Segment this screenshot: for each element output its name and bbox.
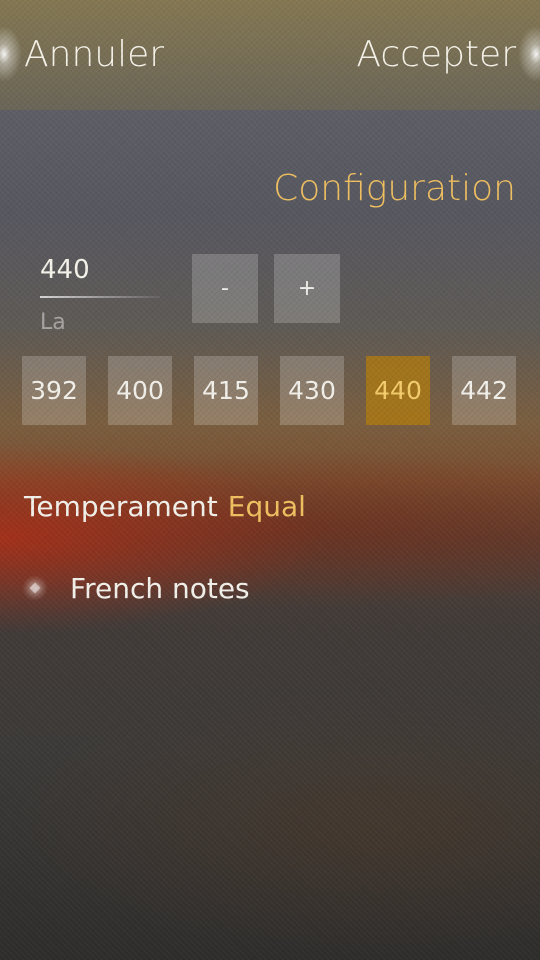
temperament-value: Equal bbox=[227, 490, 306, 523]
accept-button[interactable]: Accepter bbox=[356, 34, 516, 75]
temperament-combobox[interactable]: Temperament Equal bbox=[24, 490, 306, 523]
page-title: Configuration bbox=[273, 168, 516, 209]
cancel-button[interactable]: Annuler bbox=[24, 34, 164, 75]
preset-430-button[interactable]: 430 bbox=[280, 356, 344, 425]
frequency-input[interactable]: 440 bbox=[40, 252, 160, 288]
accept-glow-indicator bbox=[518, 26, 540, 82]
french-notes-switch[interactable]: French notes bbox=[22, 568, 250, 608]
decrement-button[interactable]: - bbox=[192, 254, 258, 323]
dialog-header: Annuler Accepter bbox=[0, 0, 540, 110]
switch-indicator-icon bbox=[22, 575, 48, 601]
frequency-underline bbox=[40, 296, 160, 298]
preset-392-button[interactable]: 392 bbox=[22, 356, 86, 425]
preset-400-button[interactable]: 400 bbox=[108, 356, 172, 425]
frequency-label: La bbox=[40, 310, 66, 335]
preset-440-button[interactable]: 440 bbox=[366, 356, 430, 425]
frequency-field[interactable]: 440 La bbox=[40, 252, 160, 335]
preset-415-button[interactable]: 415 bbox=[194, 356, 258, 425]
temperament-label: Temperament bbox=[24, 490, 218, 523]
preset-442-button[interactable]: 442 bbox=[452, 356, 516, 425]
increment-button[interactable]: + bbox=[274, 254, 340, 323]
french-notes-label: French notes bbox=[70, 571, 250, 605]
cancel-glow-indicator bbox=[0, 26, 22, 82]
